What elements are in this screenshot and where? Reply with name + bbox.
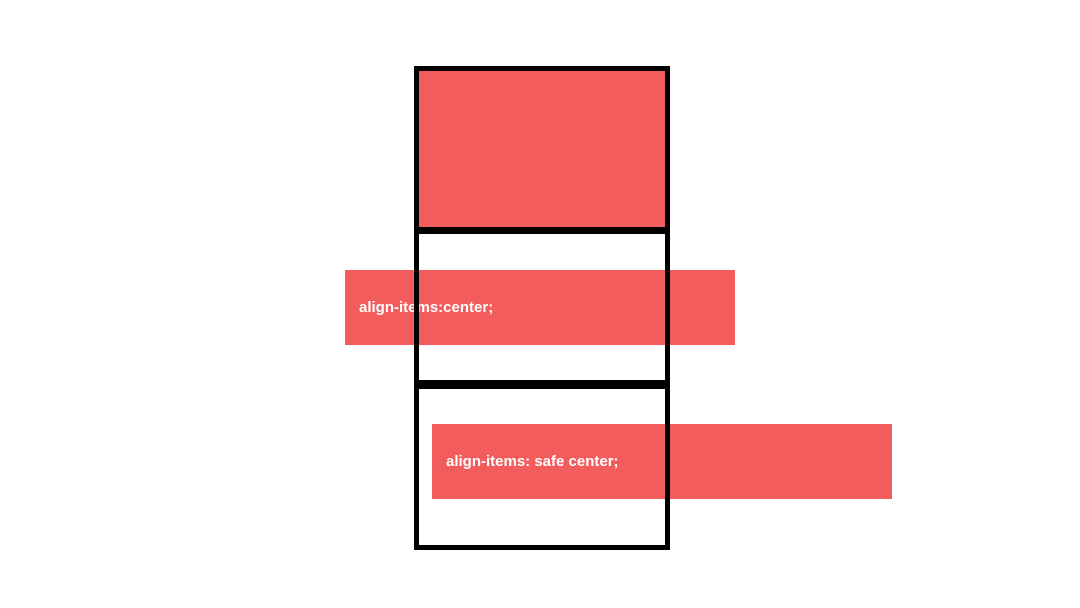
- flex-container-2: [414, 229, 670, 385]
- flex-item-1: [419, 71, 665, 227]
- flex-container-3: [414, 384, 670, 550]
